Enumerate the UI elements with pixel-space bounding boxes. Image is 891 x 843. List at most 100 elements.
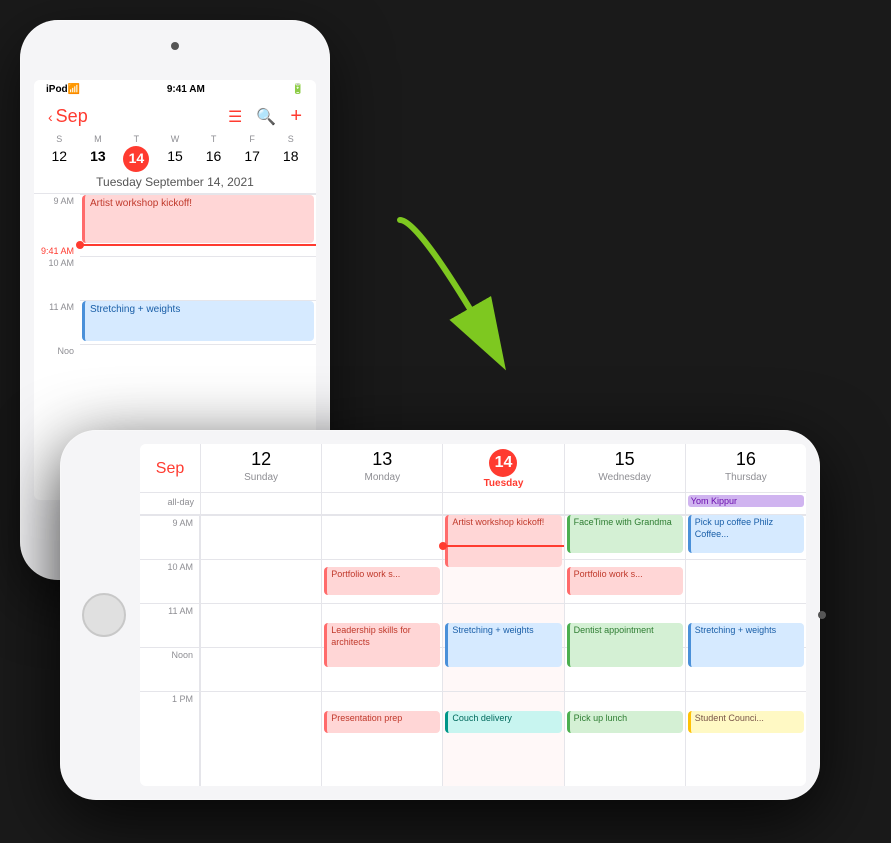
wed-day-name: Wednesday: [567, 472, 683, 483]
tue-current-time: [443, 545, 563, 547]
col-sun-header[interactable]: 12 Sunday: [200, 444, 321, 492]
wed-pickup-event[interactable]: Pick up lunch: [567, 711, 683, 733]
week-cal-body: 9 AM 10 AM 11 AM Noon 1 PM: [140, 515, 806, 786]
thu-stretching-event[interactable]: Stretching + weights: [688, 623, 804, 667]
time-column: 9 AM 10 AM 11 AM Noon 1 PM: [140, 515, 200, 786]
tue-stretching-event[interactable]: Stretching + weights: [445, 623, 561, 667]
current-time-row: 9:41 AM: [34, 244, 316, 256]
battery-icon: 🔋: [292, 84, 304, 95]
tue-date-wrap: 14: [445, 449, 561, 477]
day-num-14[interactable]: 14: [117, 146, 156, 172]
col-tue-header[interactable]: 14 Tuesday: [442, 444, 563, 492]
day-s1: S: [40, 132, 79, 146]
day-m: M: [79, 132, 118, 146]
sun-date-num: 12: [203, 449, 319, 471]
time-line-9am: Artist workshop kickoff!: [80, 194, 316, 244]
allday-mon: [321, 493, 442, 514]
ipod-label: iPod: [46, 84, 68, 95]
horizontal-screen: Sep 12 Sunday 13 Monday 14: [140, 444, 806, 786]
month-back-btn[interactable]: ‹ Sep: [48, 106, 88, 127]
time-9am: 9 AM: [140, 515, 199, 559]
week-days-row: S M T W T F S: [34, 132, 316, 146]
time-1pm: 1 PM: [140, 691, 199, 735]
sun-11am-line: [201, 603, 321, 647]
current-time-line: [80, 244, 316, 246]
camera-h: [818, 611, 826, 619]
col-mon-header[interactable]: 13 Monday: [321, 444, 442, 492]
col-wed-header[interactable]: 15 Wednesday: [564, 444, 685, 492]
mon-leadership-event[interactable]: Leadership skills for architects: [324, 623, 440, 667]
day-num-15[interactable]: 15: [156, 146, 195, 172]
thu-coffee-event[interactable]: Pick up coffee Philz Coffee...: [688, 515, 804, 553]
thu-day-name: Thursday: [688, 472, 804, 483]
direction-arrow: [380, 200, 580, 420]
time-row-9am: 9 AM Artist workshop kickoff!: [34, 194, 316, 244]
sun-noon-line: [201, 647, 321, 691]
day-num-17[interactable]: 17: [233, 146, 272, 172]
search-icon[interactable]: 🔍: [256, 107, 276, 127]
thu-student-event[interactable]: Student Counci...: [688, 711, 804, 733]
mon-portfolio-event[interactable]: Portfolio work s...: [324, 567, 440, 595]
wed-facetime-event[interactable]: FaceTime with Grandma: [567, 515, 683, 553]
current-time-label: 9:41 AM: [34, 244, 80, 256]
day-t1: T: [117, 132, 156, 146]
time-row-10am: 10 AM: [34, 256, 316, 300]
status-time: 9:41 AM: [80, 84, 291, 95]
mon-presentation-event[interactable]: Presentation prep: [324, 711, 440, 733]
tue-col: Artist workshop kickoff! Stretching + we…: [442, 515, 563, 786]
time-row-11am: 11 AM Stretching + weights: [34, 300, 316, 344]
allday-label: all-day: [140, 493, 200, 514]
wed-col: FaceTime with Grandma Portfolio work s..…: [564, 515, 685, 786]
col-thu-header[interactable]: 16 Thursday: [685, 444, 806, 492]
allday-tue: [442, 493, 563, 514]
date-subtitle: Tuesday September 14, 2021: [34, 172, 316, 194]
wifi-icon: 📶: [68, 84, 80, 95]
sun-col: [200, 515, 321, 786]
sun-9am-line: [201, 515, 321, 559]
day-num-18[interactable]: 18: [271, 146, 310, 172]
allday-row: all-day Yom Kippur: [140, 493, 806, 515]
time-label-9am: 9 AM: [34, 194, 80, 206]
arrow-container: [380, 200, 580, 420]
tue-couch-event[interactable]: Couch delivery: [445, 711, 561, 733]
add-icon[interactable]: +: [290, 105, 302, 128]
day-num-12[interactable]: 12: [40, 146, 79, 172]
tue-artist-event[interactable]: Artist workshop kickoff!: [445, 515, 561, 567]
thu-date-num: 16: [688, 449, 804, 471]
yom-kippur-event[interactable]: Yom Kippur: [688, 495, 804, 507]
day-num-13[interactable]: 13: [79, 146, 118, 172]
week-calendar: Sep 12 Sunday 13 Monday 14: [140, 444, 806, 786]
day-w: W: [156, 132, 195, 146]
status-bar: iPod 📶 9:41 AM 🔋: [34, 80, 316, 99]
stretching-weights-event[interactable]: Stretching + weights: [82, 301, 314, 341]
week-nums-row: 12 13 14 15 16 17 18: [34, 146, 316, 172]
sun-day-name: Sunday: [203, 472, 319, 483]
side-home-button[interactable]: [82, 593, 126, 637]
time-line-noon: [80, 344, 316, 345]
allday-sun: [200, 493, 321, 514]
mon-day-name: Monday: [324, 472, 440, 483]
time-11am: 11 AM: [140, 603, 199, 647]
wed-portfolio-event[interactable]: Portfolio work s...: [567, 567, 683, 595]
allday-wed: [564, 493, 685, 514]
month-label: Sep: [56, 106, 88, 127]
artist-workshop-event[interactable]: Artist workshop kickoff!: [82, 195, 314, 243]
mon-col: Portfolio work s... Leadership skills fo…: [321, 515, 442, 786]
current-time-dot: [76, 241, 84, 249]
time-line-11am: Stretching + weights: [80, 300, 316, 301]
day-num-16[interactable]: 16: [194, 146, 233, 172]
back-chevron: ‹: [48, 109, 53, 125]
list-icon[interactable]: ☰: [228, 107, 242, 127]
horizontal-ipod: Sep 12 Sunday 13 Monday 14: [60, 430, 820, 800]
time-label-10am: 10 AM: [34, 256, 80, 268]
tue-date-num: 14: [489, 449, 517, 477]
day-t2: T: [194, 132, 233, 146]
time-10am: 10 AM: [140, 559, 199, 603]
time-label-noon: Noo: [34, 344, 80, 356]
calendar-header: ‹ Sep ☰ 🔍 +: [34, 99, 316, 132]
sun-10am-line: [201, 559, 321, 603]
time-line-10am: [80, 256, 316, 257]
allday-thu: Yom Kippur: [685, 493, 806, 514]
mon-date-num: 13: [324, 449, 440, 471]
wed-dentist-event[interactable]: Dentist appointment: [567, 623, 683, 667]
